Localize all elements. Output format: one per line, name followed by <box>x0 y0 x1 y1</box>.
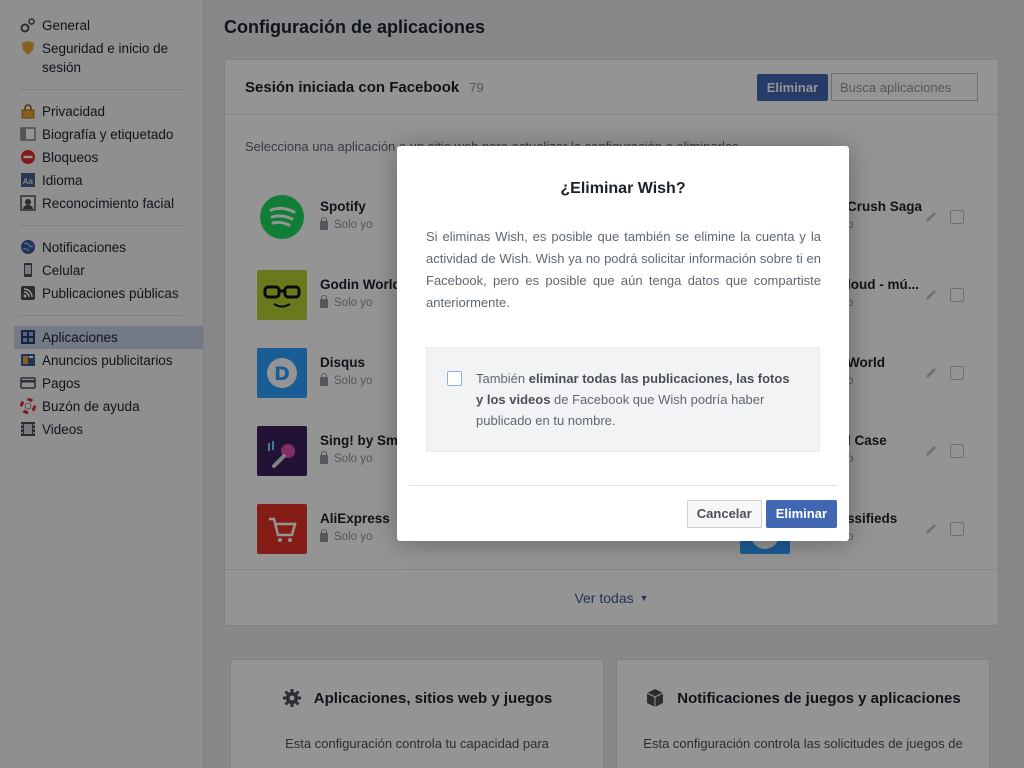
delete-posts-label: También eliminar todas las publicaciones… <box>476 371 790 428</box>
confirm-remove-button[interactable]: Eliminar <box>765 499 837 528</box>
delete-posts-checkbox[interactable] <box>447 371 462 386</box>
remove-app-dialog: ¿Eliminar Wish? Si eliminas Wish, es pos… <box>397 146 849 541</box>
cancel-button[interactable]: Cancelar <box>686 499 762 528</box>
dialog-body: Si eliminas Wish, es posible que también… <box>426 229 821 310</box>
delete-posts-option[interactable]: También eliminar todas las publicaciones… <box>426 347 820 452</box>
dialog-footer: Cancelar Eliminar <box>409 485 837 541</box>
dialog-title: ¿Eliminar Wish? <box>560 180 686 197</box>
